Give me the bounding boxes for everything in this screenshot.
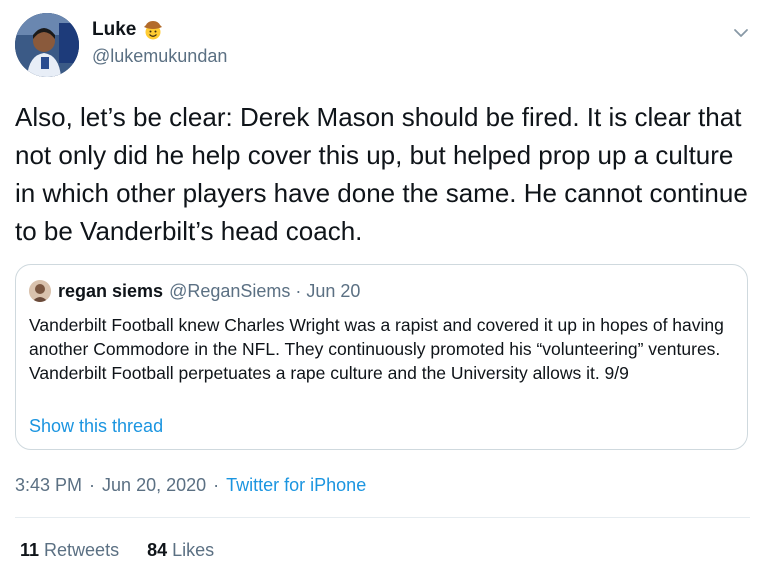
tweet-stats: 11 Retweets 84 Likes — [20, 540, 242, 561]
retweets-label: Retweets — [44, 540, 120, 560]
retweets-count: 11 — [20, 540, 40, 560]
meta-separator: · — [89, 475, 96, 495]
quoted-date: Jun 20 — [306, 280, 361, 301]
cowboy-hat-face-icon — [142, 19, 164, 41]
chevron-down-icon[interactable] — [730, 22, 752, 44]
likes-count: 84 — [147, 540, 168, 560]
likes-label: Likes — [172, 540, 215, 560]
quoted-tweet[interactable]: regan siems @ReganSiems · Jun 20 Vanderb… — [15, 264, 748, 450]
quoted-author-name: regan siems — [58, 280, 164, 301]
author-name[interactable]: Luke — [92, 19, 164, 41]
tweet-text: Also, let’s be clear: Derek Mason should… — [15, 102, 748, 246]
tweet-meta: 3:43 PM · Jun 20, 2020 · Twitter for iPh… — [15, 475, 366, 496]
likes-stat[interactable]: 84 Likes — [147, 540, 214, 561]
tweet-time[interactable]: 3:43 PM — [15, 475, 82, 496]
show-thread-link[interactable]: Show this thread — [29, 416, 163, 437]
quoted-separator: · — [295, 280, 302, 301]
quoted-tweet-header: regan siems @ReganSiems · Jun 20 — [29, 280, 360, 302]
tweet-date[interactable]: Jun 20, 2020 — [102, 475, 206, 496]
quoted-author-handle: @ReganSiems — [169, 280, 291, 301]
author-name-text: Luke — [92, 19, 137, 40]
avatar-photo — [15, 13, 79, 77]
divider — [15, 517, 750, 518]
meta-separator: · — [213, 475, 220, 495]
author-avatar[interactable] — [15, 13, 79, 77]
quoted-tweet-text: Vanderbilt Football knew Charles Wright … — [29, 315, 724, 383]
quoted-author-avatar — [29, 280, 51, 302]
author-handle[interactable]: @lukemukundan — [92, 46, 227, 67]
retweets-stat[interactable]: 11 Retweets — [20, 540, 119, 561]
tweet-source-link[interactable]: Twitter for iPhone — [226, 475, 366, 496]
